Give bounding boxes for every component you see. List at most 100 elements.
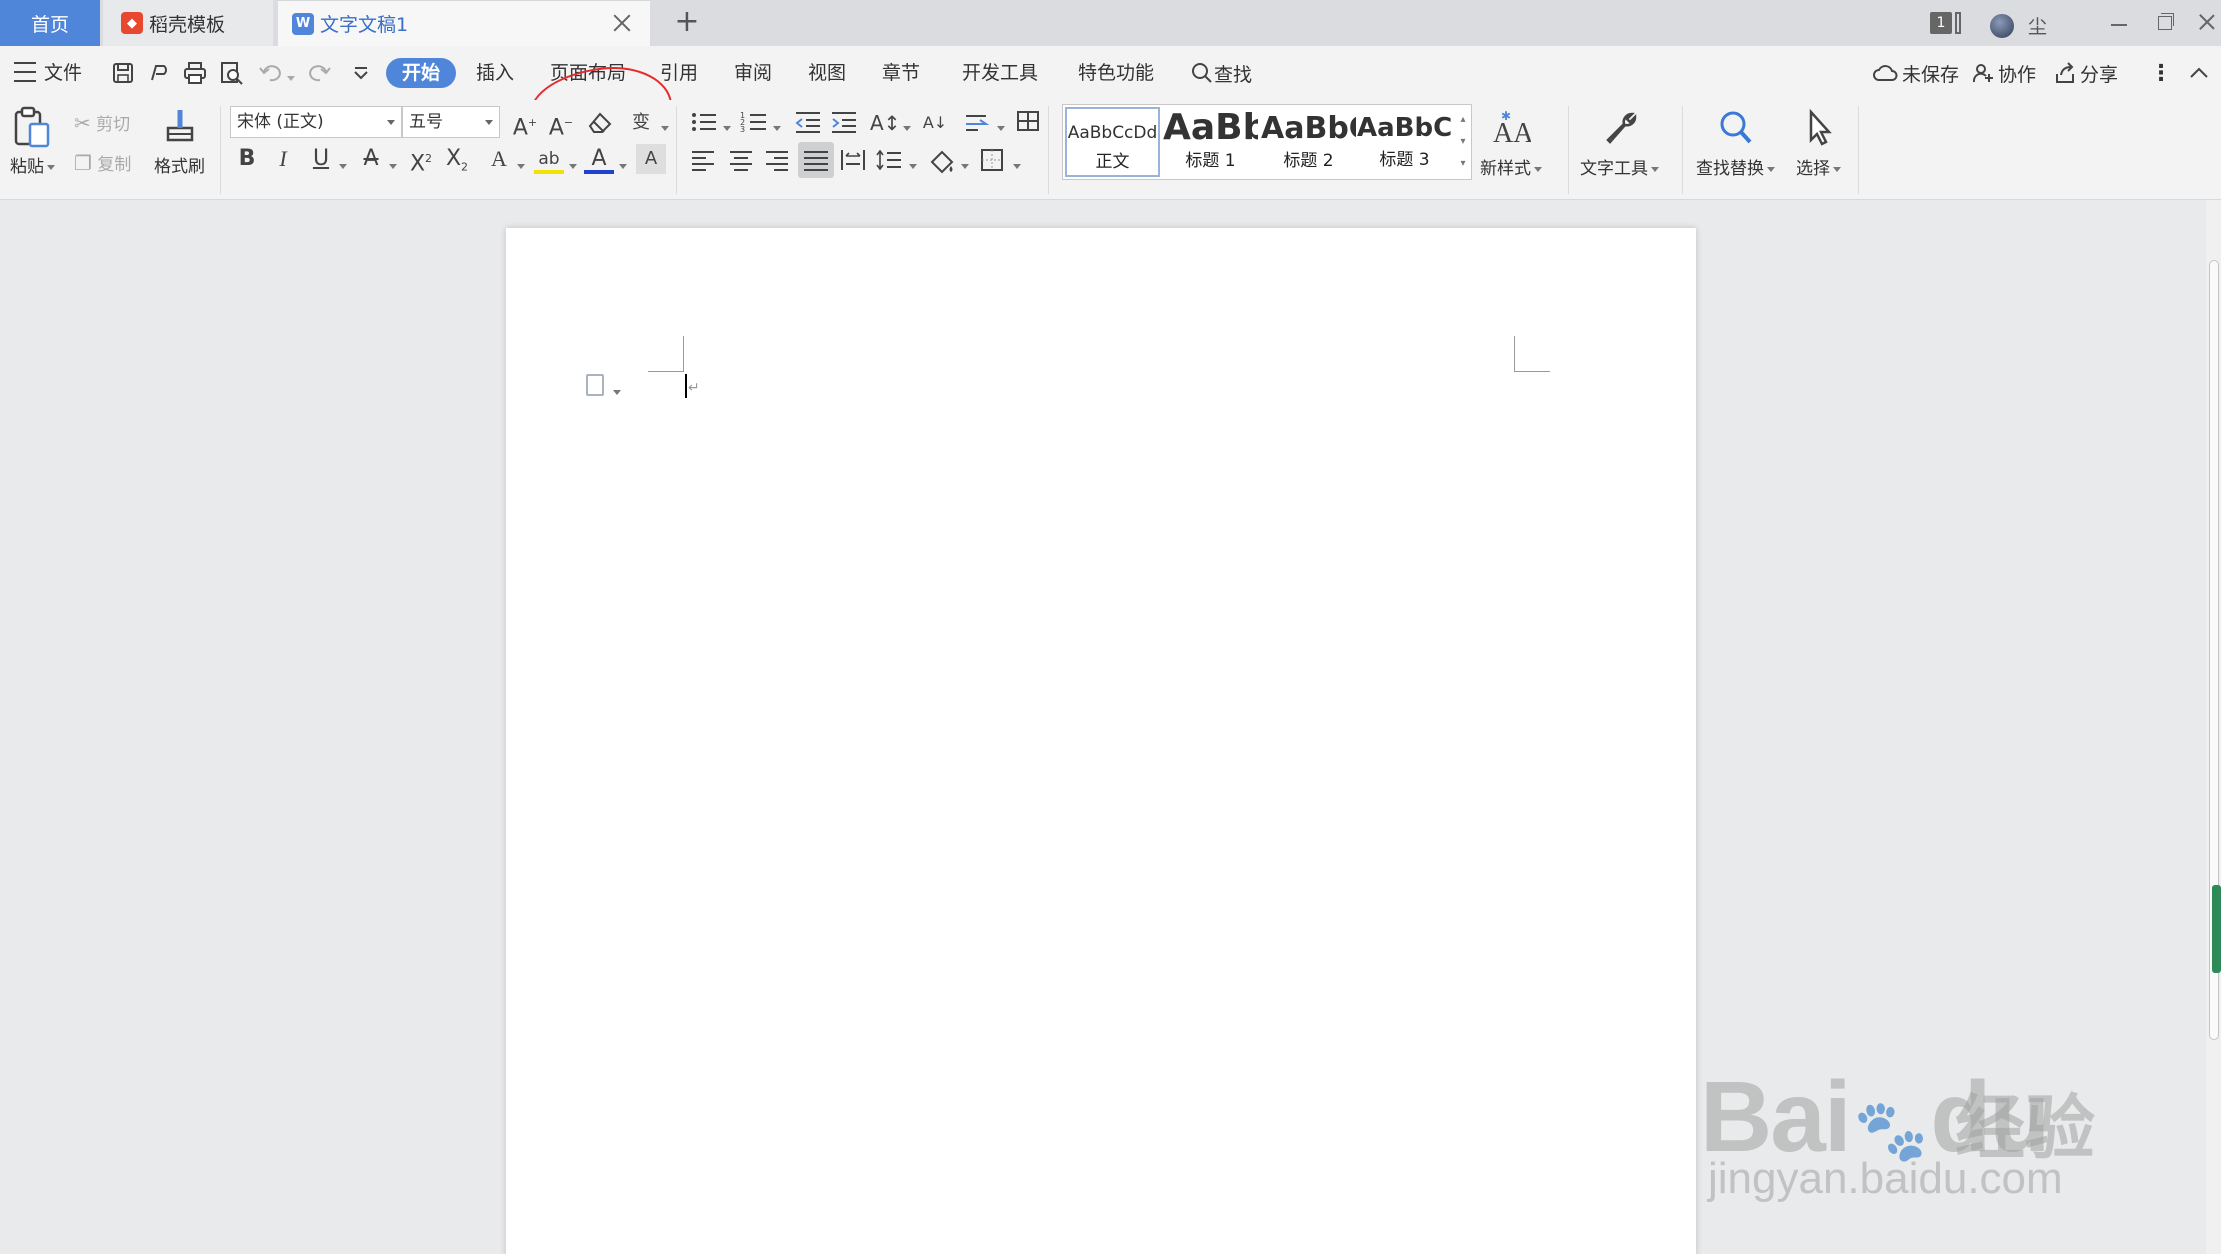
share-button[interactable]: 分享: [2054, 58, 2118, 88]
find-replace-button[interactable]: 查找替换: [1696, 108, 1775, 179]
tab-home[interactable]: 首页: [0, 0, 100, 46]
phonetic-guide-icon[interactable]: 变: [626, 108, 656, 138]
format-painter-icon[interactable]: [162, 106, 198, 146]
chinese-layout-icon[interactable]: A↕: [870, 108, 900, 138]
shading-icon[interactable]: [928, 148, 956, 174]
tab-document[interactable]: W 文字文稿1: [278, 0, 650, 46]
select-button[interactable]: 选择: [1796, 108, 1841, 179]
output-pdf-icon[interactable]: [146, 60, 172, 86]
document-page[interactable]: ↵: [506, 228, 1696, 1254]
strikethrough-dropdown-icon[interactable]: [386, 156, 397, 176]
format-painter-button[interactable]: 格式刷: [154, 152, 205, 177]
distributed-align-icon[interactable]: [840, 148, 866, 172]
align-right-icon[interactable]: [764, 148, 790, 172]
more-options-icon[interactable]: ⋮: [2150, 58, 2172, 88]
minimize-icon[interactable]: [2104, 8, 2134, 38]
avatar[interactable]: [1990, 14, 2014, 38]
tab-docer-templates[interactable]: ◆ 稻壳模板: [103, 0, 273, 46]
new-tab-button[interactable]: +: [670, 6, 704, 40]
decrease-indent-icon[interactable]: [794, 110, 822, 134]
paragraph-layout-dropdown-icon[interactable]: [610, 382, 621, 401]
numbered-list-icon[interactable]: 123: [740, 110, 768, 134]
tab-home-ribbon[interactable]: 开始: [386, 58, 457, 88]
superscript-icon[interactable]: X2: [406, 144, 436, 176]
increase-font-icon[interactable]: A+: [510, 108, 540, 140]
tab-developer[interactable]: 开发工具: [962, 58, 1038, 88]
style-normal[interactable]: AaBbCcDd 正文: [1065, 107, 1160, 177]
increase-indent-icon[interactable]: [830, 110, 858, 134]
char-shading-icon[interactable]: A: [636, 144, 666, 174]
chinese-layout-dropdown-icon[interactable]: [900, 118, 911, 138]
line-spacing-dropdown-icon[interactable]: [906, 156, 917, 176]
restore-icon[interactable]: [2150, 8, 2180, 38]
paste-button[interactable]: 粘贴: [10, 152, 55, 177]
paste-icon[interactable]: [12, 106, 52, 150]
collapse-ribbon-icon[interactable]: [2186, 60, 2212, 86]
show-hide-marks-icon[interactable]: [962, 110, 990, 134]
italic-icon[interactable]: I: [268, 144, 298, 174]
sort-icon[interactable]: A↓: [920, 108, 950, 138]
customize-toolbar-icon[interactable]: [348, 60, 374, 86]
bullet-dropdown-icon[interactable]: [720, 118, 731, 138]
style-heading-3[interactable]: AaBbCc 标题 3: [1357, 107, 1452, 177]
cut-button[interactable]: ✂ 剪切: [74, 110, 130, 135]
copy-button[interactable]: ❐ 复制: [74, 150, 131, 175]
font-color-icon[interactable]: A: [584, 144, 614, 174]
strikethrough-icon[interactable]: A: [356, 144, 386, 174]
vertical-scrollbar[interactable]: [2206, 200, 2221, 1254]
text-effect-dropdown-icon[interactable]: [514, 156, 525, 176]
tab-section[interactable]: 章节: [882, 58, 920, 88]
text-tools-button[interactable]: 文字工具: [1580, 108, 1659, 179]
underline-dropdown-icon[interactable]: [336, 156, 347, 176]
subscript-icon[interactable]: X2: [442, 144, 472, 174]
tab-references[interactable]: 引用: [660, 58, 698, 88]
highlight-icon[interactable]: ab: [534, 144, 564, 174]
numbering-dropdown-icon[interactable]: [770, 118, 781, 138]
save-icon[interactable]: [110, 60, 136, 86]
justify-icon[interactable]: [798, 142, 834, 178]
borders-dropdown-icon[interactable]: [1010, 156, 1021, 176]
line-spacing-icon[interactable]: [876, 148, 902, 172]
bold-icon[interactable]: B: [232, 144, 262, 174]
align-center-icon[interactable]: [728, 148, 754, 172]
new-style-button[interactable]: AA ✱ 新样式: [1480, 108, 1542, 179]
font-color-dropdown-icon[interactable]: [616, 156, 627, 176]
paragraph-layout-icon[interactable]: [586, 374, 604, 396]
tab-view[interactable]: 视图: [808, 58, 846, 88]
redo-icon[interactable]: [306, 60, 332, 86]
tab-page-layout[interactable]: 页面布局: [550, 58, 626, 88]
font-name-select[interactable]: 宋体 (正文): [230, 106, 402, 138]
borders-icon[interactable]: [980, 148, 1006, 172]
style-heading-2[interactable]: AaBbC 标题 2: [1261, 107, 1356, 177]
undo-icon[interactable]: [258, 60, 284, 86]
tab-insert[interactable]: 插入: [476, 58, 514, 88]
phonetic-dropdown-icon[interactable]: [658, 118, 669, 138]
decrease-font-icon[interactable]: A−: [546, 108, 576, 140]
shading-dropdown-icon[interactable]: [958, 156, 969, 176]
find-button[interactable]: 查找: [1190, 58, 1252, 88]
gallery-scroll-icon[interactable]: ▴ ▾ ▾: [1457, 109, 1469, 175]
align-left-icon[interactable]: [690, 148, 716, 172]
highlight-dropdown-icon[interactable]: [566, 156, 577, 176]
marks-dropdown-icon[interactable]: [994, 118, 1005, 138]
save-status-button[interactable]: 未保存: [1872, 58, 1959, 88]
close-tab-icon[interactable]: [610, 11, 634, 35]
file-menu[interactable]: 文件: [44, 58, 82, 88]
window-count-button[interactable]: 1: [1930, 0, 1961, 46]
style-heading-1[interactable]: AaBb 标题 1: [1163, 107, 1258, 177]
text-effect-icon[interactable]: A: [484, 144, 514, 174]
undo-dropdown-icon[interactable]: [284, 68, 295, 94]
print-icon[interactable]: [182, 60, 208, 86]
text-box-icon[interactable]: [1014, 108, 1042, 134]
collaborate-button[interactable]: 协作: [1972, 58, 2036, 88]
clear-format-icon[interactable]: [586, 110, 614, 136]
close-window-icon[interactable]: [2192, 8, 2221, 38]
bullet-list-icon[interactable]: [690, 110, 718, 134]
print-preview-icon[interactable]: [218, 60, 244, 86]
hamburger-menu-icon[interactable]: [14, 62, 36, 82]
tab-review[interactable]: 审阅: [734, 58, 772, 88]
underline-icon[interactable]: U: [306, 144, 336, 174]
font-size-select[interactable]: 五号: [402, 106, 500, 138]
tab-special-features[interactable]: 特色功能: [1078, 58, 1154, 88]
user-name[interactable]: 尘: [2028, 12, 2047, 39]
